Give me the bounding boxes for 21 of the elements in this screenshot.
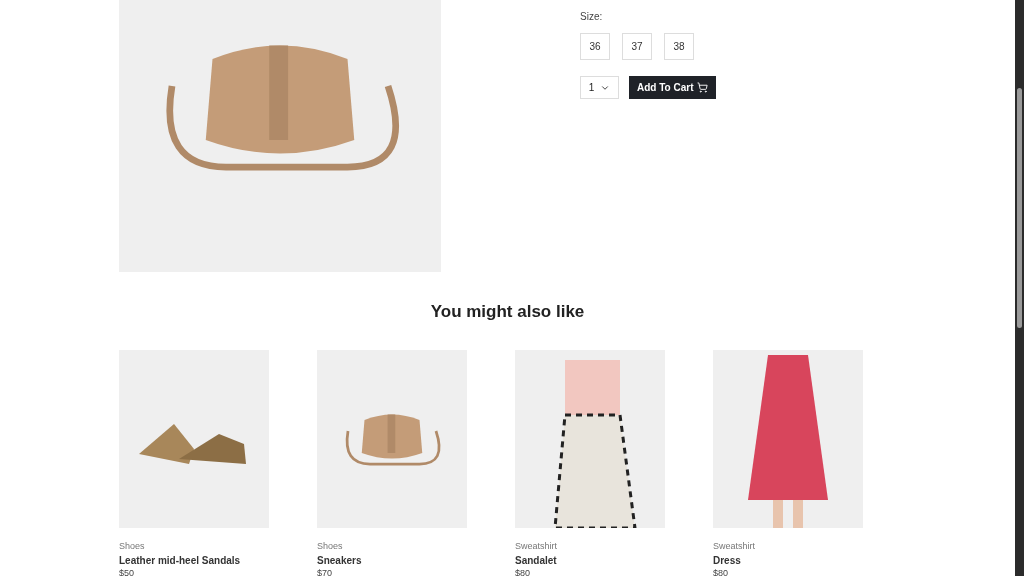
- size-option[interactable]: 38: [664, 33, 694, 60]
- product-category: Shoes: [317, 541, 344, 552]
- scrollbar-thumb[interactable]: [1017, 88, 1022, 328]
- product-price: $80: [515, 568, 532, 576]
- product-name: Dress: [713, 555, 742, 567]
- product-name: Sneakers: [317, 555, 363, 567]
- product-category: Sweatshirt: [515, 541, 559, 552]
- quantity-select[interactable]: 1: [580, 76, 619, 99]
- add-to-cart-button[interactable]: Add To Cart: [629, 76, 717, 99]
- cart-icon: [697, 82, 709, 93]
- product-name: Sandalet: [515, 555, 558, 567]
- size-option[interactable]: 36: [580, 33, 610, 60]
- section-heading: You might also like: [429, 301, 586, 323]
- product-name: Leather mid-heel Sandals: [119, 555, 242, 567]
- product-price: $50: [119, 568, 136, 576]
- product-price: $70: [317, 568, 334, 576]
- size-option[interactable]: 37: [622, 33, 652, 60]
- product-category: Sweatshirt: [713, 541, 757, 552]
- product-category: Shoes: [119, 541, 146, 552]
- size-label: Size:: [580, 10, 604, 24]
- product-price: $80: [713, 568, 730, 576]
